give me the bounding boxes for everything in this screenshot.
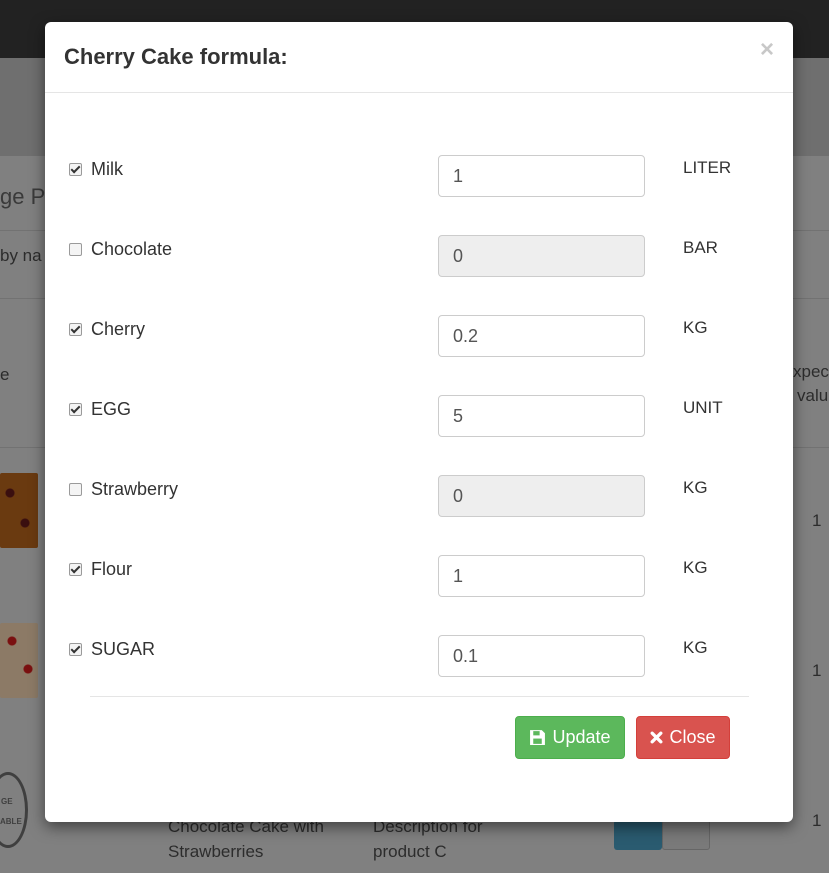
table-cell: 1 bbox=[812, 661, 822, 680]
ingredient-row: EGG UNIT bbox=[45, 395, 793, 439]
close-button[interactable]: Close bbox=[636, 716, 730, 759]
search-button[interactable] bbox=[614, 820, 662, 850]
ingredient-unit: KG bbox=[683, 558, 708, 577]
ingredient-row: Flour KG bbox=[45, 555, 793, 599]
quantity-input[interactable] bbox=[438, 395, 645, 437]
column-header-expected: valu bbox=[797, 386, 829, 405]
ingredient-row: Milk LITER bbox=[45, 155, 793, 199]
logo-text: GE bbox=[1, 797, 13, 806]
ingredient-unit: KG bbox=[683, 318, 708, 337]
update-label: Update bbox=[552, 727, 611, 747]
column-header-expected: xpec bbox=[793, 362, 829, 381]
page-title: ge P bbox=[0, 184, 46, 209]
quantity-input[interactable] bbox=[438, 555, 645, 597]
quantity-input[interactable] bbox=[438, 635, 645, 677]
ingredient-unit: UNIT bbox=[683, 398, 723, 417]
filter-label: by na bbox=[0, 246, 42, 265]
ingredient-unit: LITER bbox=[683, 158, 732, 177]
table-cell: 1 bbox=[812, 811, 822, 830]
ingredient-checkbox[interactable] bbox=[69, 643, 82, 656]
close-label: Close bbox=[669, 727, 716, 747]
ingredient-row: SUGAR KG bbox=[45, 635, 793, 679]
ingredient-name: Strawberry bbox=[91, 479, 179, 499]
ingredient-checkbox[interactable] bbox=[69, 563, 82, 576]
update-button[interactable]: Update bbox=[515, 716, 625, 759]
ingredient-row: Strawberry KG bbox=[45, 475, 793, 519]
ingredient-checkbox[interactable] bbox=[69, 163, 82, 176]
table-cell: 1 bbox=[812, 511, 822, 530]
ingredient-checkbox[interactable] bbox=[69, 243, 82, 256]
modal-title: Cherry Cake formula: bbox=[64, 44, 288, 69]
footer-divider bbox=[90, 696, 749, 697]
ingredient-checkbox[interactable] bbox=[69, 483, 82, 496]
ingredient-name: EGG bbox=[91, 399, 132, 419]
ingredient-checkbox[interactable] bbox=[69, 403, 82, 416]
ingredient-unit: KG bbox=[683, 638, 708, 657]
quantity-input bbox=[438, 235, 645, 277]
product-thumbnail bbox=[0, 473, 38, 548]
formula-modal: Cherry Cake formula: × Milk LITER Chocol… bbox=[45, 22, 793, 822]
edit-button[interactable] bbox=[662, 820, 710, 850]
save-icon bbox=[529, 729, 546, 746]
ingredient-name: Chocolate bbox=[91, 239, 173, 259]
ingredient-row: Chocolate BAR bbox=[45, 235, 793, 279]
quantity-input bbox=[438, 475, 645, 517]
ingredient-name: Flour bbox=[91, 559, 133, 579]
logo-text: ABLE bbox=[0, 817, 22, 826]
quantity-input[interactable] bbox=[438, 155, 645, 197]
ingredient-name: SUGAR bbox=[91, 639, 156, 659]
product-thumbnail bbox=[0, 623, 38, 698]
ingredient-name: Milk bbox=[91, 159, 123, 179]
ingredient-row: Cherry KG bbox=[45, 315, 793, 359]
ingredient-name: Cherry bbox=[91, 319, 146, 339]
ingredient-checkbox[interactable] bbox=[69, 323, 82, 336]
close-icon bbox=[650, 731, 663, 744]
ingredient-unit: BAR bbox=[683, 238, 718, 257]
modal-header: Cherry Cake formula: × bbox=[45, 22, 793, 93]
column-header: e bbox=[0, 365, 10, 384]
ingredient-unit: KG bbox=[683, 478, 708, 497]
close-icon[interactable]: × bbox=[760, 38, 774, 62]
quantity-input[interactable] bbox=[438, 315, 645, 357]
